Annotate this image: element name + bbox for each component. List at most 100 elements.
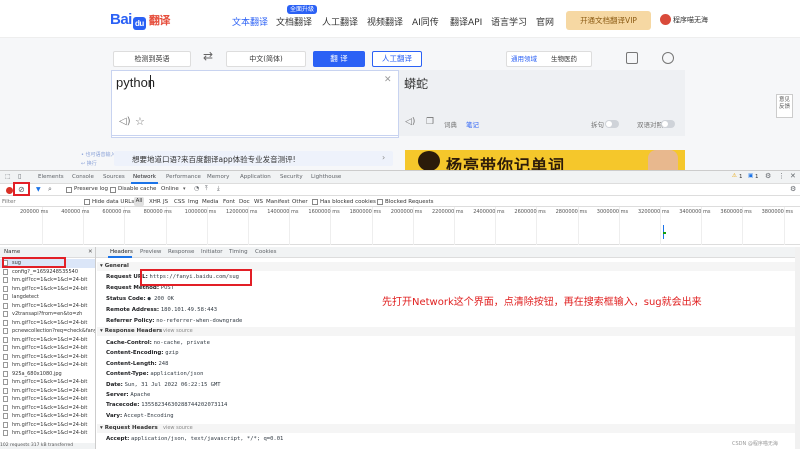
warning-icon[interactable]: ⚠: [732, 173, 737, 179]
panel-divider[interactable]: [95, 247, 96, 449]
copy-icon[interactable]: ❐: [426, 117, 434, 127]
request-row[interactable]: hm.gif?cc=1&ck=1&cl=24-bit: [0, 395, 95, 404]
source-speaker-icon[interactable]: ◁): [119, 116, 131, 127]
filter-ws[interactable]: WS: [254, 199, 263, 205]
response-headers-section-header[interactable]: ▾ Response Headers view source: [97, 327, 800, 336]
filter-other[interactable]: Other: [292, 199, 308, 205]
has-blocked-cookies-checkbox[interactable]: [312, 199, 318, 205]
request-headers-section-header[interactable]: ▾ Request Headers view source: [97, 424, 800, 433]
tab-application[interactable]: Application: [240, 174, 271, 180]
disable-cache-label[interactable]: Disable cache: [118, 186, 156, 192]
translation-history-icon[interactable]: [662, 52, 674, 64]
tab-console[interactable]: Console: [72, 174, 94, 180]
request-row[interactable]: hm.gif?cc=1&ck=1&cl=24-bit: [0, 276, 95, 285]
request-row[interactable]: hm.gif?cc=1&ck=1&cl=24-bit: [0, 387, 95, 396]
export-har-icon[interactable]: ⤓: [217, 185, 220, 193]
request-row[interactable]: 925a_680x1080.jpg: [0, 370, 95, 379]
view-source-link-request[interactable]: view source: [163, 424, 193, 433]
device-toolbar-icon[interactable]: ▯: [18, 173, 21, 180]
filter-media[interactable]: Media: [202, 199, 219, 205]
more-options-icon[interactable]: ⋮: [778, 172, 785, 180]
disable-cache-checkbox[interactable]: [110, 187, 116, 193]
nav-ai-interpret[interactable]: AI同传: [412, 15, 439, 28]
tab-memory[interactable]: Memory: [207, 174, 229, 180]
split-sentence-toggle[interactable]: [605, 120, 619, 128]
domain-select[interactable]: 通用领域 生物医药: [506, 51, 592, 67]
hide-data-urls-checkbox[interactable]: [84, 199, 90, 205]
nav-video-translate[interactable]: 视频翻译: [367, 15, 403, 28]
request-row[interactable]: hm.gif?cc=1&ck=1&cl=24-bit: [0, 421, 95, 430]
request-row[interactable]: hm.gif?cc=1&ck=1&cl=24-bit: [0, 353, 95, 362]
inspect-element-icon[interactable]: ⬚: [5, 173, 11, 180]
request-row[interactable]: hm.gif?cc=1&ck=1&cl=24-bit: [0, 412, 95, 421]
note-button[interactable]: 笔记: [466, 119, 479, 129]
detail-scrollbar[interactable]: [795, 247, 800, 449]
app-promo-text[interactable]: 想要地道口语?来百度翻译app体验专业发音测评!: [132, 154, 296, 165]
close-devtools-icon[interactable]: ✕: [790, 172, 796, 180]
favorites-icon[interactable]: [626, 52, 638, 64]
filter-doc[interactable]: Doc: [239, 199, 250, 205]
user-avatar[interactable]: [660, 14, 671, 25]
dict-button[interactable]: 词典: [444, 119, 457, 129]
filter-js[interactable]: JS: [163, 199, 168, 205]
chevron-right-icon[interactable]: ›: [382, 153, 385, 162]
has-blocked-cookies-label[interactable]: Has blocked cookies: [320, 199, 376, 205]
tab-performance[interactable]: Performance: [166, 174, 201, 180]
swap-languages-icon[interactable]: ⇄: [203, 49, 213, 63]
tab-lighthouse[interactable]: Lighthouse: [311, 174, 341, 180]
filter-xhr[interactable]: XHR: [149, 199, 161, 205]
filter-css[interactable]: CSS: [174, 199, 185, 205]
request-row[interactable]: hm.gif?cc=1&ck=1&cl=24-bit: [0, 302, 95, 311]
feedback-button[interactable]: 意见 反馈: [776, 94, 793, 118]
tab-security[interactable]: Security: [280, 174, 303, 180]
vip-button[interactable]: 开通文档翻译VIP: [566, 11, 651, 30]
nav-doc-translate[interactable]: 文档翻译: [276, 15, 312, 28]
import-har-icon[interactable]: ⤒: [205, 185, 208, 193]
throttling-select[interactable]: Online: [161, 186, 179, 192]
request-row[interactable]: hm.gif?cc=1&ck=1&cl=24-bit: [0, 361, 95, 370]
filter-manifest[interactable]: Manifest: [266, 199, 289, 205]
favorite-star-icon[interactable]: ☆: [135, 115, 145, 128]
preserve-log-checkbox[interactable]: [66, 187, 72, 193]
record-icon[interactable]: [6, 187, 13, 194]
nav-translate-api[interactable]: 翻译API: [450, 15, 482, 28]
nav-text-translate[interactable]: 文本翻译: [232, 15, 268, 28]
baidu-fanyi-logo[interactable]: Bai du 翻译: [110, 11, 170, 30]
tab-elements[interactable]: Elements: [38, 174, 64, 180]
filter-icon[interactable]: ▼: [36, 186, 41, 193]
view-source-link-response[interactable]: view source: [163, 327, 193, 336]
target-speaker-icon[interactable]: ◁): [405, 117, 415, 127]
tab-sources[interactable]: Sources: [103, 174, 125, 180]
translate-button[interactable]: 翻 译: [313, 51, 365, 67]
blocked-requests-label[interactable]: Blocked Requests: [385, 199, 434, 205]
issues-icon[interactable]: ▣: [748, 173, 753, 179]
request-row[interactable]: hm.gif?cc=1&ck=1&cl=24-bit: [0, 336, 95, 345]
filter-all[interactable]: All: [134, 197, 144, 206]
tab-preview[interactable]: Preview: [140, 249, 161, 255]
human-translate-button[interactable]: 人工翻译: [372, 51, 422, 67]
tab-response[interactable]: Response: [168, 249, 194, 255]
user-name[interactable]: 程序喵无海: [673, 15, 708, 25]
name-column-header[interactable]: Name: [4, 249, 20, 255]
tab-network[interactable]: Network: [133, 174, 156, 180]
request-row[interactable]: hm.gif?cc=1&ck=1&cl=24-bit: [0, 319, 95, 328]
request-row[interactable]: v2transapi?from=en&to=zh: [0, 310, 95, 319]
nav-human-translate[interactable]: 人工翻译: [322, 15, 358, 28]
tab-cookies[interactable]: Cookies: [255, 249, 277, 255]
nav-language-learning[interactable]: 语言学习: [491, 15, 527, 28]
request-row[interactable]: hm.gif?cc=1&ck=1&cl=24-bit: [0, 285, 95, 294]
target-language-select[interactable]: 中文(简体): [226, 51, 306, 67]
bilingual-toggle[interactable]: [661, 120, 675, 128]
tab-headers[interactable]: Headers: [110, 249, 133, 255]
chevron-down-icon[interactable]: ▾: [183, 186, 186, 192]
request-row[interactable]: hm.gif?cc=1&ck=1&cl=24-bit: [0, 429, 95, 438]
request-row[interactable]: hm.gif?cc=1&ck=1&cl=24-bit: [0, 344, 95, 353]
nav-official-site[interactable]: 官网: [536, 15, 554, 28]
tab-timing[interactable]: Timing: [229, 249, 248, 255]
source-language-select[interactable]: 检测到英语: [113, 51, 191, 67]
filter-font[interactable]: Font: [223, 199, 235, 205]
request-row[interactable]: hm.gif?cc=1&ck=1&cl=24-bit: [0, 378, 95, 387]
network-conditions-icon[interactable]: ◔: [194, 185, 199, 192]
blocked-requests-checkbox[interactable]: [377, 199, 383, 205]
preserve-log-label[interactable]: Preserve log: [74, 186, 108, 192]
